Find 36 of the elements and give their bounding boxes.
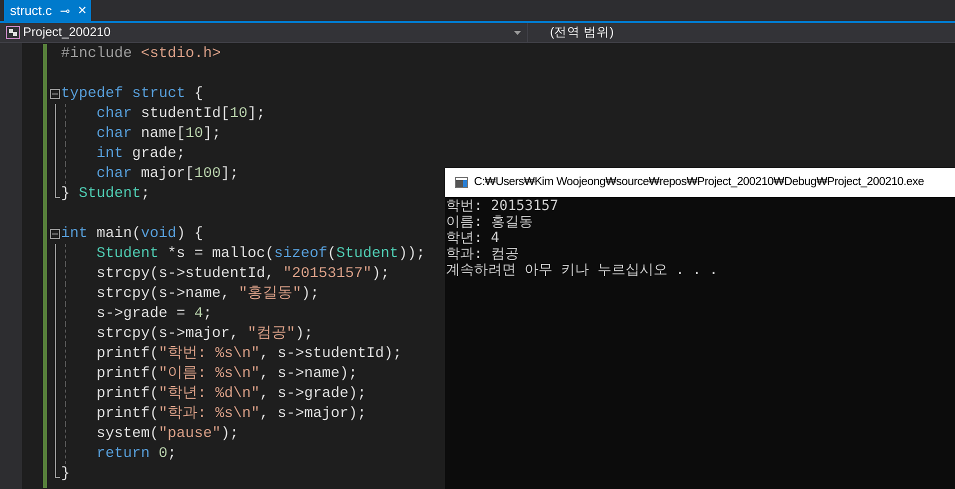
code-line: } Student; <box>61 185 150 204</box>
code-line: int main(void) { <box>61 225 204 244</box>
console-app-icon <box>455 177 468 188</box>
console-output-line: 학과: 컴공 <box>446 246 520 262</box>
console-output-line: 학번: 20153157 <box>446 198 560 214</box>
code-line: printf("학번: %s\n", s->studentId); <box>96 344 402 364</box>
code-line: return 0; <box>96 445 176 464</box>
collapse-toggle-icon[interactable] <box>50 89 60 99</box>
code-line: Student *s = malloc(sizeof(Student)); <box>96 245 426 264</box>
code-line: s->grade = 4; <box>96 305 212 324</box>
project-icon <box>6 26 20 39</box>
project-dropdown[interactable]: Project_200210 <box>23 23 514 42</box>
console-output-line: 이름: 홍길동 <box>446 214 534 230</box>
collapse-toggle-icon[interactable] <box>50 229 60 239</box>
code-line: } <box>61 465 70 484</box>
code-line: int grade; <box>96 145 186 164</box>
code-line: printf("학년: %d\n", s->grade); <box>96 384 366 404</box>
code-line: system("pause"); <box>96 425 239 444</box>
file-tab[interactable]: struct.c ⊸ × <box>4 0 91 21</box>
scope-dropdown[interactable]: (전역 범위) <box>550 23 614 42</box>
code-line: printf("학과: %s\n", s->major); <box>96 404 366 424</box>
code-line: strcpy(s->studentId, "20153157"); <box>96 265 390 284</box>
close-button[interactable]: × <box>78 3 87 18</box>
dropdown-arrow-icon[interactable] <box>514 30 521 34</box>
code-line: printf("이름: %s\n", s->name); <box>96 364 358 384</box>
console-window-title: C:₩Users₩Kim Woojeong₩source₩repos₩Project_200210₩Debug₩Project_200210.exe <box>474 174 924 190</box>
console-output-line: 학년: 4 <box>446 230 500 246</box>
code-line: char major[100]; <box>96 165 239 184</box>
code-line: char name[10]; <box>96 125 221 144</box>
code-line: strcpy(s->major, "컴공"); <box>96 324 313 344</box>
pin-button[interactable]: ⊸ <box>60 2 70 20</box>
code-line: char studentId[10]; <box>96 105 266 124</box>
code-line: strcpy(s->name, "홍길동"); <box>96 284 320 304</box>
code-line: #include <stdio.h> <box>61 45 221 64</box>
code-line: typedef struct { <box>61 85 204 104</box>
console-output-line: 계속하려면 아무 키나 누르십시오 . . . <box>446 262 719 278</box>
